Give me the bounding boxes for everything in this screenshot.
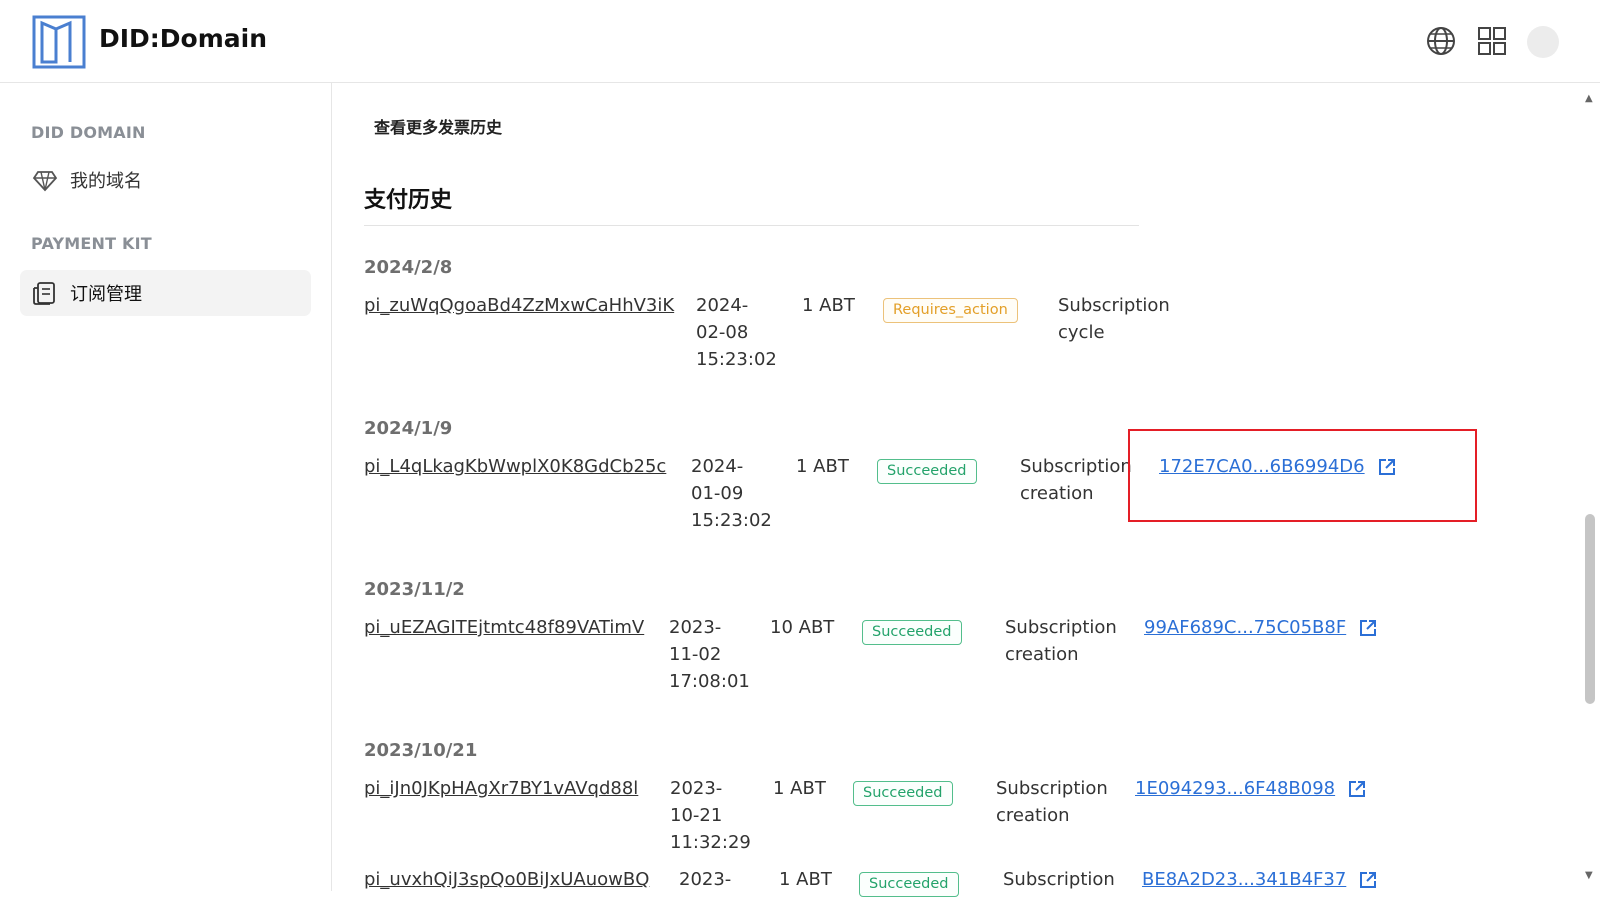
payment-description: Subscription creation (996, 778, 1108, 826)
date-group-heading: 2023/10/21 (364, 740, 478, 761)
payment-history-title: 支付历史 (364, 188, 453, 213)
payment-id-link[interactable]: pi_uEZAGITEjtmtc48f89VATimV (364, 614, 644, 641)
status-badge: Succeeded (862, 620, 962, 645)
status-badge: Succeeded (877, 459, 977, 484)
status-badge: Succeeded (853, 781, 953, 806)
more-invoices-link[interactable]: 查看更多发票历史 (374, 114, 502, 138)
apps-grid-icon[interactable] (1476, 25, 1508, 57)
subscription-icon (33, 282, 55, 305)
scroll-down-arrow[interactable]: ▼ (1585, 871, 1593, 881)
payment-id-link[interactable]: pi_iJn0JKpHAgXr7BY1vAVqd88l (364, 775, 638, 802)
sidebar-item-my-domains[interactable]: 我的域名 (20, 157, 311, 203)
date-group-heading: 2023/11/2 (364, 579, 465, 600)
date-group-heading: 2024/2/8 (364, 257, 453, 278)
payment-id-link[interactable]: pi_zuWqQgoaBd4ZzMxwCaHhV3iK (364, 292, 674, 319)
payment-id-link[interactable]: pi_L4qLkagKbWwplX0K8GdCb25c (364, 453, 666, 480)
sidebar-item-label: 我的域名 (70, 171, 142, 192)
sidebar: DID DOMAIN 我的域名 PAYMENT KIT 订阅管理 (0, 83, 332, 891)
avatar[interactable] (1527, 26, 1559, 58)
payment-amount: 1 ABT (779, 869, 832, 890)
payment-datetime: 2024- 01-09 15:23:02 (691, 456, 772, 531)
status-badge: Requires_action (883, 298, 1018, 323)
payment-amount: 1 ABT (796, 456, 849, 477)
external-link-icon[interactable] (1347, 779, 1367, 799)
scrollbar-thumb[interactable] (1585, 514, 1595, 704)
payment-datetime: 2024- 02-08 15:23:02 (696, 295, 777, 370)
payment-description: Subscription cycle (1058, 295, 1170, 343)
tx-hash-link[interactable]: 1E094293...6F48B098 (1135, 775, 1367, 802)
payment-description: Subscription creation (1005, 617, 1117, 665)
did-logo-icon[interactable] (32, 15, 86, 69)
scroll-up-arrow[interactable]: ▲ (1585, 94, 1593, 104)
payment-amount: 1 ABT (773, 778, 826, 799)
app-title[interactable]: DID:Domain (99, 24, 267, 53)
payment-id-link[interactable]: pi_uvxhQiJ3spQo0BiJxUAuowBQ (364, 866, 649, 893)
globe-icon[interactable] (1425, 25, 1457, 57)
external-link-icon[interactable] (1358, 870, 1378, 890)
section-title-payment-kit: PAYMENT KIT (31, 234, 152, 253)
payment-description: Subscription (1003, 869, 1115, 890)
scrollbar-track[interactable] (1582, 83, 1600, 891)
highlight-annotation-box (1128, 429, 1477, 522)
divider (364, 225, 1139, 226)
payment-amount: 1 ABT (802, 295, 855, 316)
section-title-did-domain: DID DOMAIN (31, 123, 146, 142)
status-badge: Succeeded (859, 872, 959, 897)
tx-hash-link[interactable]: 99AF689C...75C05B8F (1144, 614, 1378, 641)
payment-datetime: 2023- 10-21 11:32:29 (670, 778, 751, 853)
payment-datetime: 2023- (679, 869, 732, 890)
sidebar-item-label: 订阅管理 (70, 284, 142, 305)
external-link-icon[interactable] (1358, 618, 1378, 638)
date-group-heading: 2024/1/9 (364, 418, 453, 439)
sidebar-item-subscriptions[interactable]: 订阅管理 (20, 270, 311, 316)
diamond-icon (32, 171, 58, 192)
payment-datetime: 2023- 11-02 17:08:01 (669, 617, 750, 692)
payment-amount: 10 ABT (770, 617, 835, 638)
payment-description: Subscription creation (1020, 456, 1132, 504)
app-header: DID:Domain (0, 0, 1600, 83)
tx-hash-link[interactable]: BE8A2D23...341B4F37 (1142, 866, 1378, 893)
